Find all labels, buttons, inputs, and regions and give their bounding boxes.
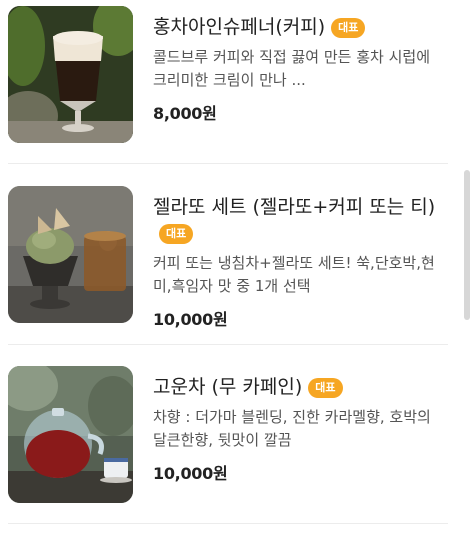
- menu-list: 홍차아인슈페너(커피) 대표 콜드브루 커피와 직접 끓여 만든 홍차 시럽에 크…: [0, 0, 472, 527]
- menu-item-info: 젤라또 세트 (젤라또+커피 또는 티) 대표 커피 또는 냉침차+젤라또 세트!…: [153, 194, 458, 330]
- menu-item-description: 차향 : 더가마 블렌딩, 진한 카라멜향, 호박의 달큰한향, 뒷맛이 깔끔: [153, 408, 431, 449]
- menu-item-name: 고운차 (무 카페인): [153, 376, 303, 398]
- divider: [8, 523, 448, 524]
- menu-item-info: 고운차 (무 카페인) 대표 차향 : 더가마 블렌딩, 진한 카라멜향, 호박의…: [153, 374, 458, 484]
- teapot-photo: [8, 366, 133, 503]
- scrollbar[interactable]: [464, 170, 470, 320]
- menu-item-description: 커피 또는 냉침차+젤라또 세트! 쑥,단호박,현미,흑임자 맛 중 1개 선택: [153, 254, 435, 295]
- signature-badge: 대표: [159, 224, 194, 244]
- iced-einspanner-photo: [8, 6, 133, 143]
- menu-item[interactable]: 젤라또 세트 (젤라또+커피 또는 티) 대표 커피 또는 냉침차+젤라또 세트!…: [0, 180, 472, 360]
- menu-item-title: 젤라또 세트 (젤라또+커피 또는 티) 대표: [153, 194, 458, 246]
- signature-badge: 대표: [331, 18, 366, 38]
- menu-item-description: 콜드브루 커피와 직접 끓여 만든 홍차 시럽에 크리미한 크림이 만나 ...: [153, 48, 431, 89]
- menu-item-name: 홍차아인슈페너(커피): [153, 16, 326, 38]
- menu-item-price: 10,000원: [153, 464, 228, 483]
- menu-item-price: 10,000원: [153, 310, 228, 329]
- signature-badge: 대표: [308, 378, 343, 398]
- divider: [8, 344, 448, 345]
- divider: [8, 163, 448, 164]
- menu-item-title: 홍차아인슈페너(커피) 대표: [153, 14, 458, 40]
- menu-item-photo[interactable]: [8, 6, 133, 143]
- menu-item-title: 고운차 (무 카페인) 대표: [153, 374, 458, 400]
- menu-item-price: 8,000원: [153, 104, 217, 123]
- menu-item[interactable]: 홍차아인슈페너(커피) 대표 콜드브루 커피와 직접 끓여 만든 홍차 시럽에 크…: [0, 0, 472, 180]
- menu-item-photo[interactable]: [8, 366, 133, 503]
- menu-item-name: 젤라또 세트 (젤라또+커피 또는 티): [153, 196, 436, 218]
- menu-item[interactable]: 고운차 (무 카페인) 대표 차향 : 더가마 블렌딩, 진한 카라멜향, 호박의…: [0, 360, 472, 540]
- menu-item-info: 홍차아인슈페너(커피) 대표 콜드브루 커피와 직접 끓여 만든 홍차 시럽에 크…: [153, 14, 458, 124]
- menu-item-photo[interactable]: [8, 186, 133, 323]
- gelato-set-photo: [8, 186, 133, 323]
